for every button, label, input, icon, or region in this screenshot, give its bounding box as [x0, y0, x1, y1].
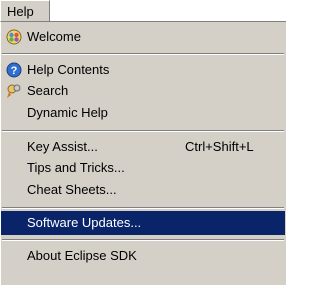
menubar-help[interactable]: Help [0, 0, 50, 21]
menu-separator [2, 239, 284, 241]
menubar-help-label: Help [7, 4, 34, 19]
menu-separator [2, 130, 284, 132]
help-menu-dropdown: Welcome ? Help Contents Search Dynamic H… [0, 21, 286, 285]
menu-item-tips-and-tricks[interactable]: Tips and Tricks... [1, 156, 285, 180]
menu-item-welcome-label: Welcome [27, 29, 81, 44]
search-icon [6, 83, 22, 99]
menu-item-welcome[interactable]: Welcome [1, 25, 285, 49]
menu-item-about[interactable]: About Eclipse SDK [1, 244, 285, 268]
welcome-icon [6, 29, 22, 45]
menu-item-tips-and-tricks-label: Tips and Tricks... [27, 160, 125, 175]
menu-item-software-updates[interactable]: Software Updates... [1, 211, 285, 235]
menu-separator [2, 207, 284, 209]
help-icon: ? [6, 62, 22, 78]
menu-item-software-updates-label: Software Updates... [27, 215, 142, 230]
menu-item-dynamic-help-label: Dynamic Help [27, 105, 108, 120]
svg-text:?: ? [11, 65, 18, 77]
menu-item-dynamic-help[interactable]: Dynamic Help [1, 101, 285, 125]
menu-item-search[interactable]: Search [1, 79, 285, 103]
menu-item-search-label: Search [27, 83, 69, 98]
menu-item-cheat-sheets-label: Cheat Sheets... [27, 182, 117, 197]
menu-item-about-label: About Eclipse SDK [27, 248, 137, 263]
menu-item-cheat-sheets[interactable]: Cheat Sheets... [1, 178, 285, 202]
menu-separator [2, 53, 284, 55]
